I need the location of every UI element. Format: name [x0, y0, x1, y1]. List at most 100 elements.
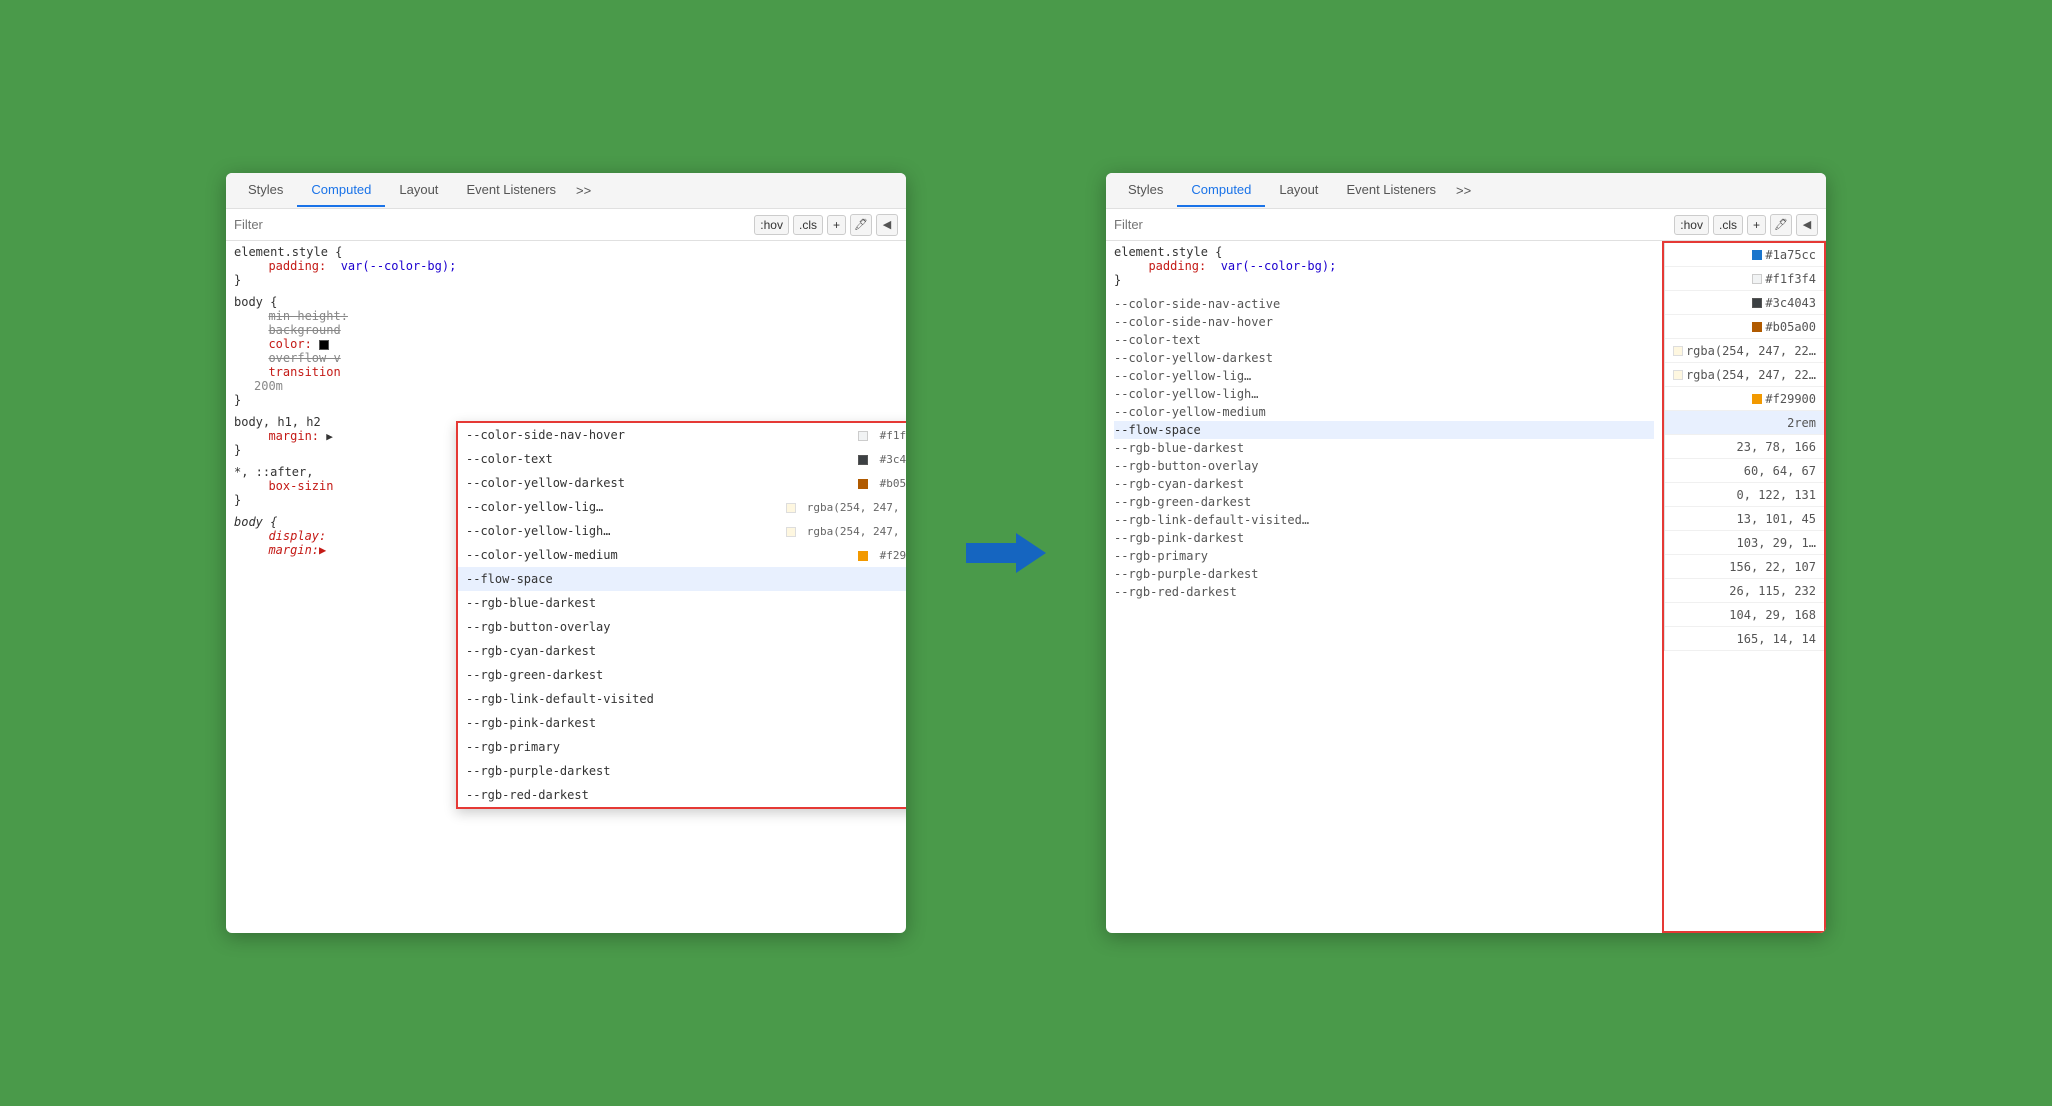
tab-styles-left[interactable]: Styles: [234, 174, 297, 207]
tab-layout-right[interactable]: Layout: [1265, 174, 1332, 207]
computed-values-panel: #1a75cc #f1f3f4 #3c4043 #b05a00: [1662, 241, 1826, 933]
computed-val-rgb-link: 103, 29, 1…: [1665, 531, 1824, 555]
autocomplete-item-yellow-darkest[interactable]: --color-yellow-darkest #b05a00: [458, 471, 906, 495]
right-hov-button[interactable]: :hov: [1674, 215, 1709, 235]
right-filter-input[interactable]: [1114, 217, 1670, 232]
tab-more-left[interactable]: >>: [570, 175, 597, 206]
r-color-yellow-ligh: --color-yellow-ligh…: [1114, 385, 1654, 403]
computed-val-flow-space: 2rem: [1665, 411, 1824, 435]
swatch-b05a00: [858, 479, 868, 489]
left-hov-button[interactable]: :hov: [754, 215, 789, 235]
right-filter-bar: :hov .cls + 🖊 ◀: [1106, 209, 1826, 241]
left-cls-button[interactable]: .cls: [793, 215, 823, 235]
right-tabs-bar: Styles Computed Layout Event Listeners >…: [1106, 173, 1826, 209]
computed-val-yellow-medium: #f29900: [1665, 387, 1824, 411]
autocomplete-item-yellow-ligh[interactable]: --color-yellow-ligh… rgba(254, 247, 22…: [458, 519, 906, 543]
swatch-fef7e0-2: [786, 527, 796, 537]
r-color-yellow-medium: --color-yellow-medium: [1114, 403, 1654, 421]
swatch-3c4043: [858, 455, 868, 465]
r-rgb-link-default-visited: --rgb-link-default-visited…: [1114, 511, 1654, 529]
element-style-rule: element.style { padding: var(--color-bg)…: [234, 245, 898, 287]
r-element-style-rule: element.style { padding: var(--color-bg)…: [1114, 245, 1654, 287]
r-rgb-blue-darkest: --rgb-blue-darkest: [1114, 439, 1654, 457]
left-styles-content: element.style { padding: var(--color-bg)…: [226, 241, 906, 933]
tab-layout-left[interactable]: Layout: [385, 174, 452, 207]
computed-val-rgb-pink: 156, 22, 107: [1665, 555, 1824, 579]
autocomplete-item-rgb-button-overlay[interactable]: --rgb-button-overlay: [458, 615, 906, 639]
right-styles-content: element.style { padding: var(--color-bg)…: [1106, 241, 1826, 933]
autocomplete-item-flow-space[interactable]: --flow-space: [458, 567, 906, 591]
r-color-yellow-darkest: --color-yellow-darkest: [1114, 349, 1654, 367]
r-rgb-button-overlay: --rgb-button-overlay: [1114, 457, 1654, 475]
computed-val-rgb-blue: 23, 78, 166: [1665, 435, 1824, 459]
tab-event-listeners-right[interactable]: Event Listeners: [1332, 174, 1450, 207]
r-flow-space: --flow-space: [1114, 421, 1654, 439]
swatch-r-3c4043: [1752, 298, 1762, 308]
tab-more-right[interactable]: >>: [1450, 175, 1477, 206]
autocomplete-item-yellow-medium[interactable]: --color-yellow-medium #f29900: [458, 543, 906, 567]
autocomplete-item-color-side-nav-hover[interactable]: --color-side-nav-hover #f1f3f4: [458, 423, 906, 447]
tab-computed-left[interactable]: Computed: [297, 174, 385, 207]
r-color-side-nav-hover: --color-side-nav-hover: [1114, 313, 1654, 331]
computed-val-rgb-red: 165, 14, 14: [1665, 627, 1824, 651]
tab-styles-right[interactable]: Styles: [1114, 174, 1177, 207]
swatch-f29900: [858, 551, 868, 561]
swatch-active: [1752, 250, 1762, 260]
swatch-r-fef7e0-1: [1673, 346, 1683, 356]
autocomplete-item-rgb-link-default-visited[interactable]: --rgb-link-default-visited: [458, 687, 906, 711]
autocomplete-item-rgb-pink-darkest[interactable]: --rgb-pink-darkest: [458, 711, 906, 735]
swatch-f1f3f4: [858, 431, 868, 441]
autocomplete-item-rgb-cyan-darkest[interactable]: --rgb-cyan-darkest: [458, 639, 906, 663]
left-devtools-panel: Styles Computed Layout Event Listeners >…: [226, 173, 906, 933]
r-rgb-purple-darkest: --rgb-purple-darkest: [1114, 565, 1654, 583]
tab-event-listeners-left[interactable]: Event Listeners: [452, 174, 570, 207]
computed-val-rgb-green: 13, 101, 45: [1665, 507, 1824, 531]
left-panel: Styles Computed Layout Event Listeners >…: [226, 173, 906, 933]
right-styles-main: element.style { padding: var(--color-bg)…: [1106, 241, 1662, 933]
autocomplete-item-yellow-lig[interactable]: --color-yellow-lig… rgba(254, 247, 22…: [458, 495, 906, 519]
computed-val-yellow-ligh: rgba(254, 247, 22…: [1665, 363, 1824, 387]
r-rgb-pink-darkest: --rgb-pink-darkest: [1114, 529, 1654, 547]
left-paint-icon[interactable]: 🖊: [850, 214, 872, 236]
r-rgb-cyan-darkest: --rgb-cyan-darkest: [1114, 475, 1654, 493]
computed-val-yellow-darkest: #b05a00: [1665, 315, 1824, 339]
right-devtools-panel: Styles Computed Layout Event Listeners >…: [1106, 173, 1826, 933]
autocomplete-item-rgb-green-darkest[interactable]: --rgb-green-darkest: [458, 663, 906, 687]
left-toggle-icon[interactable]: ◀: [876, 214, 898, 236]
r-color-text: --color-text: [1114, 331, 1654, 349]
r-rgb-green-darkest: --rgb-green-darkest: [1114, 493, 1654, 511]
blue-arrow-svg: [966, 528, 1046, 578]
computed-val-active: #1a75cc: [1665, 243, 1824, 267]
autocomplete-item-rgb-red-darkest[interactable]: --rgb-red-darkest: [458, 783, 906, 807]
tab-computed-right[interactable]: Computed: [1177, 174, 1265, 207]
right-cls-button[interactable]: .cls: [1713, 215, 1743, 235]
autocomplete-item-rgb-blue-darkest[interactable]: --rgb-blue-darkest: [458, 591, 906, 615]
right-toggle-icon[interactable]: ◀: [1796, 214, 1818, 236]
r-color-yellow-lig: --color-yellow-lig…: [1114, 367, 1654, 385]
swatch-r-f1f3f4: [1752, 274, 1762, 284]
autocomplete-item-color-text[interactable]: --color-text #3c4043: [458, 447, 906, 471]
autocomplete-item-rgb-purple-darkest[interactable]: --rgb-purple-darkest: [458, 759, 906, 783]
swatch-r-f29900: [1752, 394, 1762, 404]
autocomplete-dropdown: --color-side-nav-hover #f1f3f4 --color-t…: [456, 421, 906, 809]
left-tabs-bar: Styles Computed Layout Event Listeners >…: [226, 173, 906, 209]
left-filter-bar: :hov .cls + 🖊 ◀: [226, 209, 906, 241]
swatch-r-b05a00: [1752, 322, 1762, 332]
arrow-indicator: [966, 528, 1046, 578]
left-add-button[interactable]: +: [827, 215, 846, 235]
right-paint-icon[interactable]: 🖊: [1770, 214, 1792, 236]
left-filter-input[interactable]: [234, 217, 750, 232]
r-rgb-red-darkest: --rgb-red-darkest: [1114, 583, 1654, 601]
computed-val-yellow-lig: rgba(254, 247, 22…: [1665, 339, 1824, 363]
swatch-fef7e0-1: [786, 503, 796, 513]
computed-val-rgb-purple: 104, 29, 168: [1665, 603, 1824, 627]
r-rgb-primary: --rgb-primary: [1114, 547, 1654, 565]
computed-val-side-nav-hover: #f1f3f4: [1665, 267, 1824, 291]
computed-values-list: #1a75cc #f1f3f4 #3c4043 #b05a00: [1664, 243, 1824, 651]
autocomplete-item-rgb-primary[interactable]: --rgb-primary: [458, 735, 906, 759]
right-add-button[interactable]: +: [1747, 215, 1766, 235]
r-color-side-nav-active: --color-side-nav-active: [1114, 295, 1654, 313]
body-rule-1: body { min-height: background color: ove…: [234, 295, 898, 407]
computed-val-text: #3c4043: [1665, 291, 1824, 315]
computed-val-rgb-primary: 26, 115, 232: [1665, 579, 1824, 603]
